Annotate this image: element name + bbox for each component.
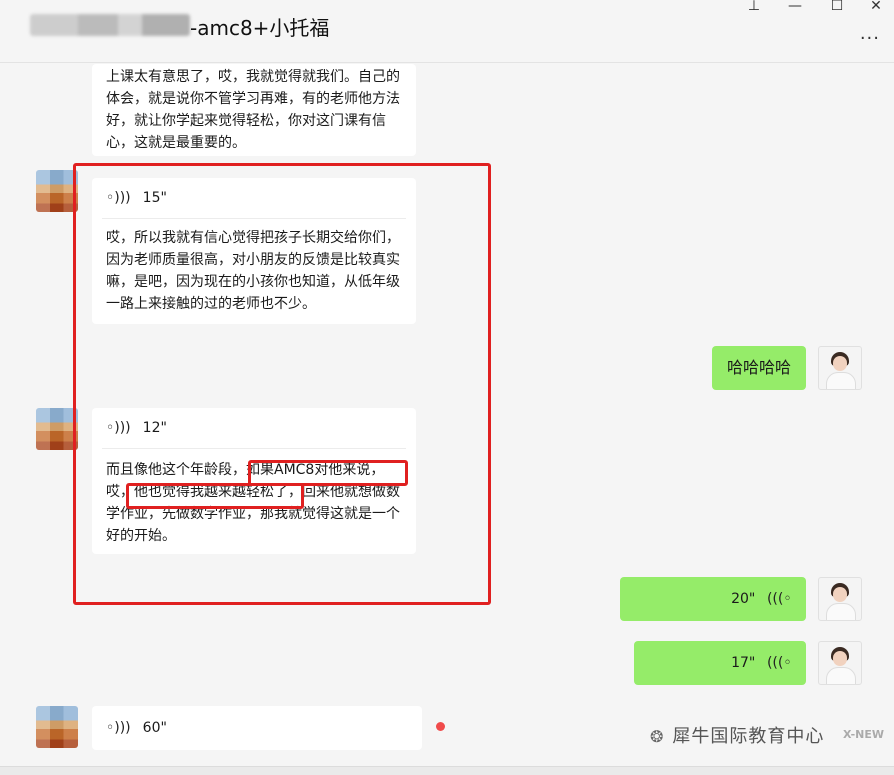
self-voice-bubble[interactable]: 20" ◦))) bbox=[620, 577, 806, 621]
voice-wave-icon: ◦))) bbox=[767, 655, 792, 671]
pin-icon[interactable]: ⊥ bbox=[746, 0, 762, 14]
message-bubble[interactable]: 上课太有意思了，哎，我就觉得就我们。自己的体会，就是说你不管学习再难，有的老师他… bbox=[92, 64, 416, 156]
voice-wave-icon: ◦))) bbox=[106, 720, 131, 736]
self-message-bubble[interactable]: 哈哈哈哈 bbox=[712, 346, 806, 390]
voice-message-bubble[interactable]: ◦))) 60" bbox=[92, 706, 422, 750]
watermark-text: 犀牛国际教育中心 bbox=[672, 726, 825, 747]
avatar[interactable] bbox=[36, 408, 78, 450]
avatar[interactable] bbox=[36, 170, 78, 212]
blurred-contact-name bbox=[30, 14, 190, 36]
unread-dot bbox=[436, 722, 445, 731]
message-text: 上课太有意思了，哎，我就觉得就我们。自己的体会，就是说你不管学习再难，有的老师他… bbox=[106, 69, 400, 151]
highlight-box bbox=[73, 163, 491, 605]
voice-row[interactable]: 20" ◦))) bbox=[620, 577, 806, 621]
maximize-icon[interactable]: ☐ bbox=[829, 0, 845, 14]
avatar[interactable] bbox=[36, 706, 78, 748]
watermark: ❂ 犀牛国际教育中心 bbox=[650, 722, 824, 748]
voice-duration: 17" bbox=[731, 655, 756, 671]
minimize-icon[interactable]: — bbox=[787, 0, 803, 14]
voice-wave-icon: ◦))) bbox=[767, 591, 792, 607]
title-bar: -amc8+小托福 ⊥ — ☐ ✕ ··· bbox=[0, 0, 894, 63]
voice-row[interactable]: ◦))) 60" bbox=[92, 706, 422, 750]
watermark-logo: X-NEW bbox=[842, 728, 884, 741]
chat-title: -amc8+小托福 bbox=[190, 16, 330, 40]
more-options-icon[interactable]: ··· bbox=[860, 28, 880, 49]
close-icon[interactable]: ✕ bbox=[868, 0, 884, 14]
voice-duration: 20" bbox=[731, 591, 756, 607]
avatar[interactable] bbox=[818, 577, 862, 621]
wechat-official-icon: ❂ bbox=[650, 727, 665, 746]
avatar[interactable] bbox=[818, 641, 862, 685]
avatar[interactable] bbox=[818, 346, 862, 390]
voice-row[interactable]: 17" ◦))) bbox=[634, 641, 806, 685]
voice-duration: 60" bbox=[142, 720, 167, 736]
highlight-box bbox=[126, 483, 304, 509]
self-voice-bubble[interactable]: 17" ◦))) bbox=[634, 641, 806, 685]
message-text: 哈哈哈哈 bbox=[726, 358, 791, 377]
